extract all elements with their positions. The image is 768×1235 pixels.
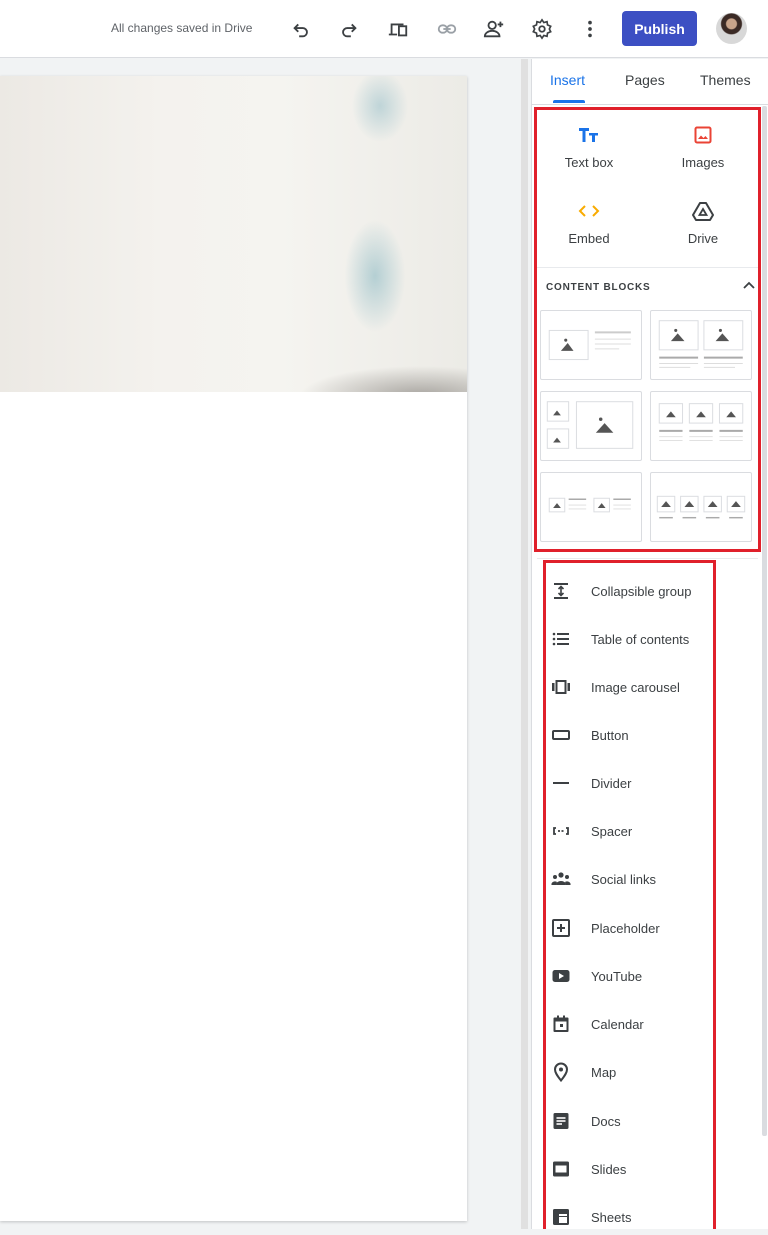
- more-icon[interactable]: [577, 16, 603, 42]
- canvas-scrollbar[interactable]: [521, 59, 528, 1229]
- settings-icon[interactable]: [529, 16, 555, 42]
- insert-highlight-box: [534, 107, 761, 552]
- redo-icon[interactable]: [336, 16, 362, 42]
- save-status: All changes saved in Drive: [111, 21, 253, 35]
- tabs-divider: [532, 104, 768, 105]
- panel-scrollbar[interactable]: [762, 106, 767, 1136]
- editor-canvas: [0, 59, 528, 1229]
- site-page[interactable]: [0, 76, 467, 1221]
- tab-themes[interactable]: Themes: [700, 72, 751, 88]
- tab-insert[interactable]: Insert: [550, 72, 585, 88]
- link-icon[interactable]: [434, 16, 460, 42]
- active-tab-indicator: [553, 100, 585, 103]
- side-panel: Insert Pages Themes Text box Images Embe…: [531, 59, 768, 1229]
- panel-tabs: Insert Pages Themes: [532, 59, 768, 104]
- header-image[interactable]: [0, 76, 467, 392]
- components-highlight-box: [543, 560, 716, 1229]
- preview-icon[interactable]: [385, 16, 411, 42]
- top-toolbar: All changes saved in Drive Publish: [0, 0, 768, 58]
- undo-icon[interactable]: [288, 16, 314, 42]
- components-divider: [537, 558, 758, 559]
- avatar[interactable]: [716, 13, 747, 44]
- publish-button[interactable]: Publish: [622, 11, 697, 46]
- share-icon[interactable]: [481, 16, 507, 42]
- tab-pages[interactable]: Pages: [625, 72, 665, 88]
